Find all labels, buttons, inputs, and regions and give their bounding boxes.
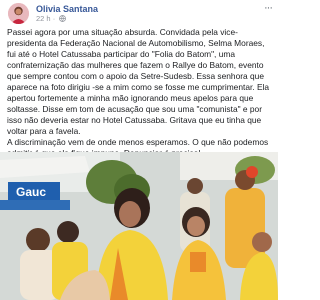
author-name[interactable]: Olivia Santana <box>36 4 98 14</box>
post-header: Olivia Santana 22 h · ··· <box>0 0 278 28</box>
post-meta: 22 h · <box>36 14 67 24</box>
post-photo[interactable]: Gauc <box>0 152 278 300</box>
post-paragraph: Passei agora por uma situação absurda. C… <box>7 27 270 136</box>
post-timestamp[interactable]: 22 h <box>36 14 51 23</box>
more-options-icon[interactable]: ··· <box>264 2 273 14</box>
avatar-image <box>8 3 29 24</box>
banner-text: Gauc <box>16 185 46 199</box>
post-body: Passei agora por uma situação absurda. C… <box>7 27 275 159</box>
event-photo-image: Gauc <box>0 152 278 300</box>
meta-separator: · <box>52 14 56 23</box>
globe-icon[interactable] <box>59 15 67 24</box>
author-avatar[interactable] <box>8 3 29 24</box>
